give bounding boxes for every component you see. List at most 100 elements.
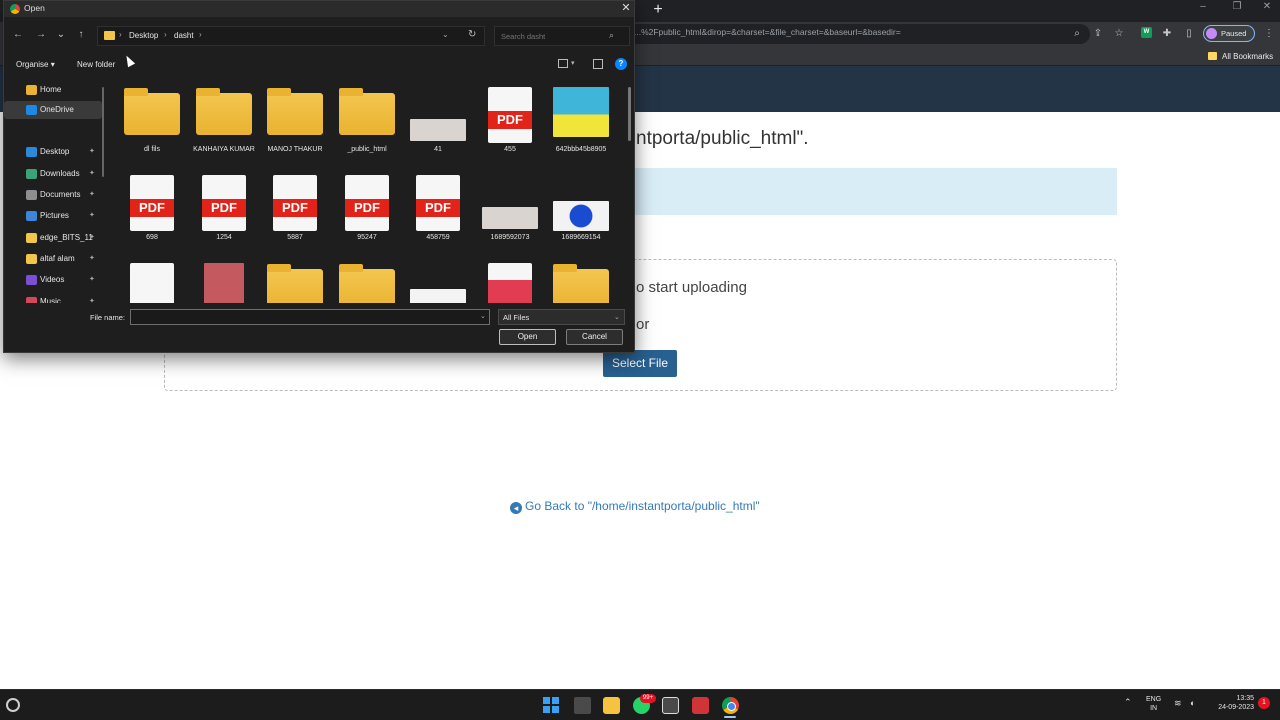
chevron-up-icon[interactable]: ⌃ [1124,697,1132,708]
chrome-icon[interactable] [722,697,739,714]
nav-item[interactable]: Documents ✦ [4,186,102,204]
file-item[interactable] [331,255,399,303]
folder-icon [26,297,37,303]
file-item[interactable] [474,255,542,303]
preview-pane-icon[interactable] [593,59,603,69]
view-options-icon[interactable] [558,59,568,68]
file-item[interactable]: 1689592073 [474,167,542,253]
share-icon[interactable]: ⇪ [1091,27,1105,41]
select-file-button[interactable]: Select File [603,350,677,377]
breadcrumb-dasht[interactable]: dasht [174,31,194,40]
refresh-icon[interactable]: ↻ [468,29,476,40]
folder-icon [26,169,37,179]
bookmark-star-icon[interactable]: ☆ [1112,27,1126,41]
pdf-file-icon: PDF [273,175,317,231]
file-type-select[interactable]: All Files ⌄ [498,309,625,325]
windows-start-icon[interactable] [543,697,560,714]
side-panel-icon[interactable]: ▯ [1182,27,1196,41]
cancel-button[interactable]: Cancel [566,329,623,345]
folder-icon [26,190,37,200]
nav-scrollbar[interactable] [102,87,104,177]
file-item[interactable] [259,255,327,303]
nav-item[interactable]: Videos ✦ [4,271,102,289]
up-arrow-icon[interactable]: ↑ [74,28,88,42]
file-item[interactable]: _public_html [331,79,399,165]
address-bar[interactable]: ...%2Fpublic_html&dirop=&charset=&file_c… [620,24,1090,44]
extension-icon[interactable]: W [1141,27,1152,38]
file-item[interactable]: PDF 95247 [331,167,399,253]
nav-item[interactable]: edge_BITS_11 ✦ [4,229,102,247]
nav-item[interactable]: Music ✦ [4,293,102,303]
file-item[interactable] [188,255,256,303]
extensions-icon[interactable]: ✚ [1160,27,1174,41]
back-arrow-icon[interactable]: ← [11,28,25,42]
folder-icon [267,88,323,135]
help-icon[interactable]: ? [615,58,627,70]
file-item[interactable]: PDF 5887 [259,167,327,253]
file-item[interactable] [116,255,184,303]
zoom-icon[interactable]: ⌕ [1070,27,1084,41]
file-item[interactable]: PDF 455 [474,79,542,165]
app-icon[interactable] [574,697,591,714]
all-bookmarks-button[interactable]: All Bookmarks [1222,52,1273,61]
restore-window-icon[interactable]: ❐ [1220,0,1254,14]
go-back-label: Go Back to "/home/instantporta/public_ht… [525,499,760,513]
file-item[interactable]: 1689669154 [545,167,613,253]
nav-item[interactable]: Home [4,81,102,99]
nav-item[interactable]: Downloads ✦ [4,165,102,183]
nav-item[interactable]: Pictures ✦ [4,207,102,225]
forward-arrow-icon[interactable]: → [34,28,48,42]
file-name: 5887 [287,234,303,241]
language-indicator[interactable]: ENG IN [1146,695,1161,713]
nav-item-label: Pictures [40,211,69,220]
file-item[interactable]: KANHAIYA KUMAR [188,79,256,165]
file-name: 41 [434,146,442,153]
chevron-down-icon[interactable]: ⌄ [442,30,449,39]
go-back-link[interactable]: ◂ Go Back to "/home/instantporta/public_h… [510,499,760,514]
notification-badge[interactable]: 1 [1258,697,1270,709]
chevron-down-icon[interactable]: ▾ [571,59,575,67]
file-explorer-icon[interactable] [603,697,620,714]
file-name: dl fils [144,146,160,153]
pin-icon: ✦ [89,234,95,241]
file-item[interactable]: MANOJ THAKUR [259,79,327,165]
nav-item[interactable]: Desktop ✦ [4,143,102,161]
file-item[interactable]: 41 [402,79,470,165]
file-list-scrollbar[interactable] [628,87,631,141]
file-item[interactable]: dl fils [116,79,184,165]
snipping-tool-icon[interactable] [662,697,679,714]
profile-button[interactable]: Paused [1203,25,1255,42]
app-icon[interactable] [692,697,709,714]
recent-locations-icon[interactable]: ⌄ [54,28,68,42]
file-name: 95247 [357,234,377,241]
folder-icon [26,233,37,243]
image-thumbnail [553,87,609,137]
new-tab-button[interactable]: + [650,1,666,19]
arrow-left-circle-icon: ◂ [510,502,522,514]
file-item[interactable]: PDF 698 [116,167,184,253]
clock[interactable]: 13:35 24-09-2023 [1208,694,1254,712]
file-item[interactable] [402,255,470,303]
file-item[interactable]: PDF 458759 [402,167,470,253]
taskbar-search-icon[interactable] [6,698,20,712]
close-icon[interactable]: ✕ [618,1,634,15]
close-window-icon[interactable]: ✕ [1250,0,1280,14]
chevron-down-icon[interactable]: ⌄ [480,312,486,320]
open-button[interactable]: Open [499,329,556,345]
minimize-window-icon[interactable]: – [1186,0,1220,14]
file-name-input[interactable] [130,309,490,325]
browser-menu-icon[interactable]: ⋮ [1262,27,1276,41]
nav-item-label: edge_BITS_11 [40,233,93,242]
file-item[interactable]: 642bbb45b8905 [545,79,613,165]
organise-menu[interactable]: Organise ▾ [16,60,55,69]
volume-icon[interactable]: ◐ [1190,698,1195,708]
nav-item[interactable]: OneDrive [4,101,102,119]
new-folder-button[interactable]: New folder [77,60,115,69]
file-item[interactable] [545,255,613,303]
breadcrumb-desktop[interactable]: Desktop [129,31,158,40]
page-title: ntporta/public_html". [636,128,809,149]
file-item[interactable]: PDF 1254 [188,167,256,253]
dialog-address-bar[interactable]: › Desktop › dasht › ⌄ ↻ [97,26,485,46]
wifi-icon[interactable]: ≋ [1174,698,1182,709]
nav-item[interactable]: altaf alam ✦ [4,250,102,268]
